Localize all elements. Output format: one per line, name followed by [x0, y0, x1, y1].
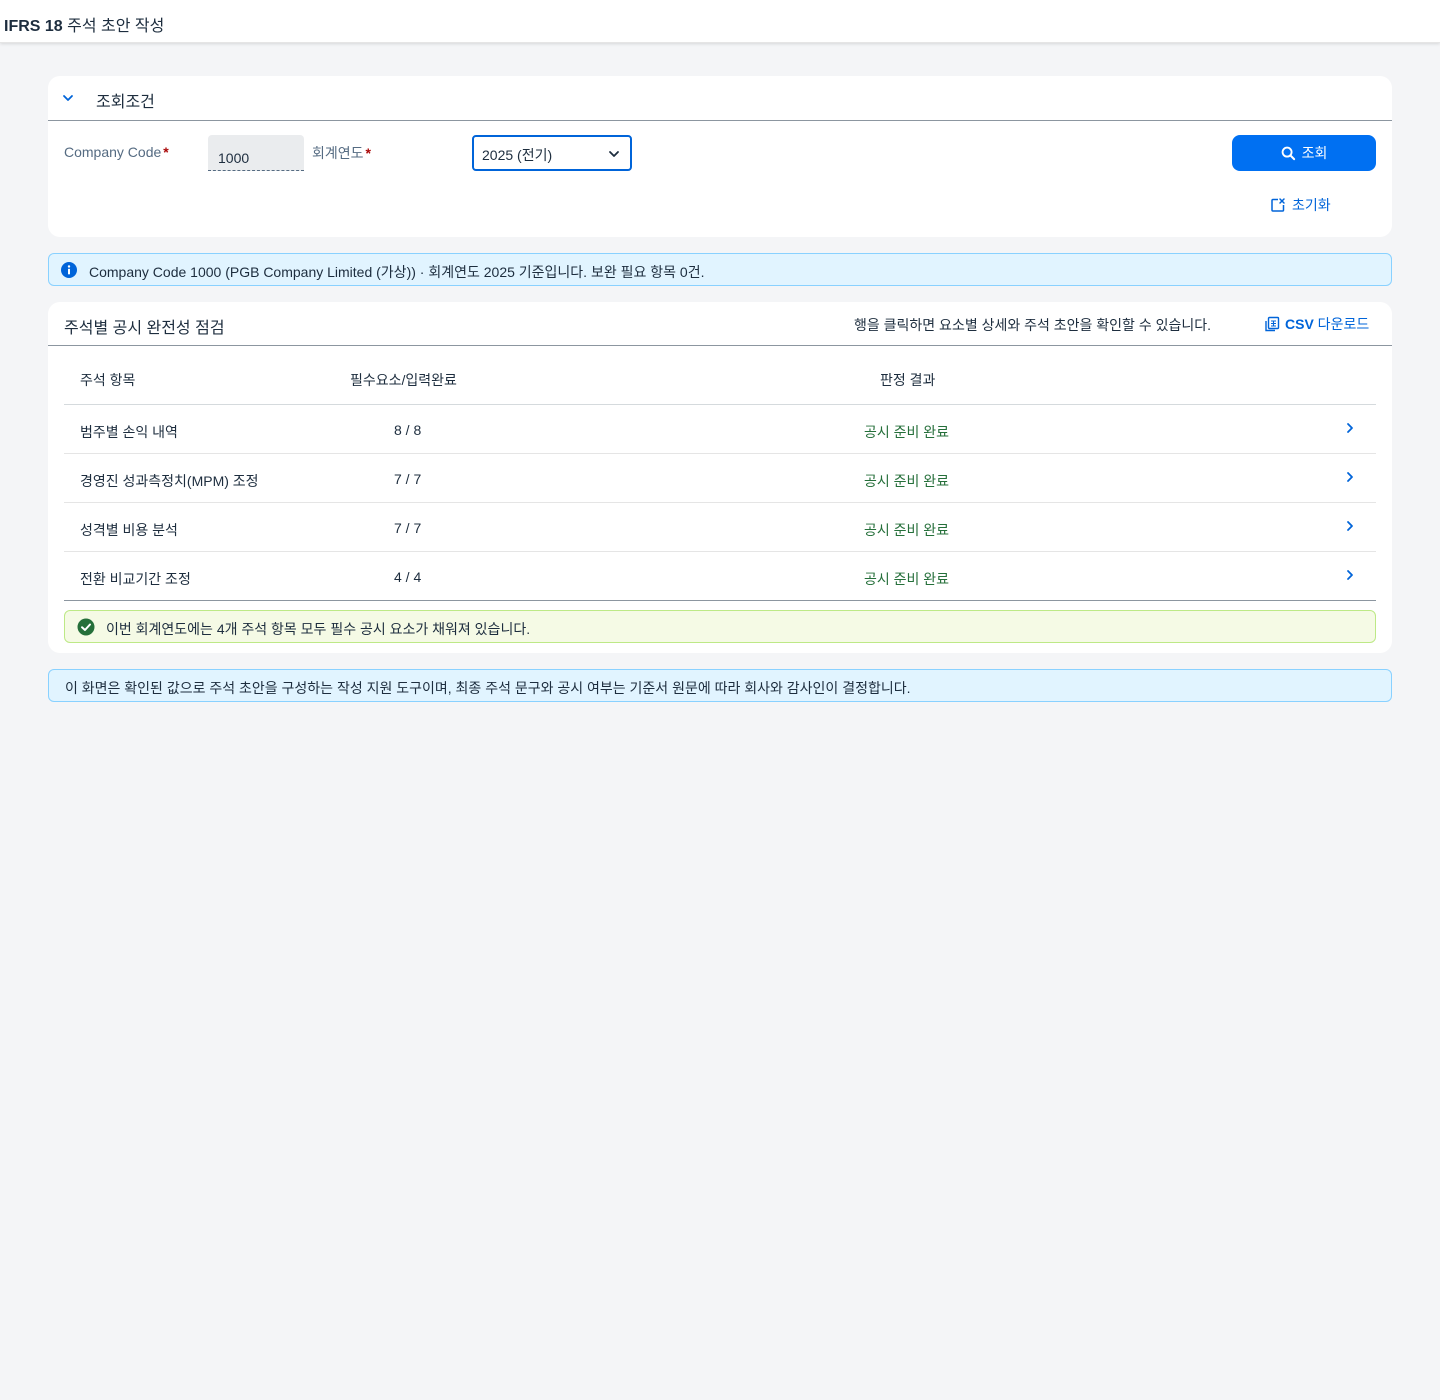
chevron-down-icon — [609, 151, 619, 157]
fiscal-year-label: 회계연도 * — [312, 145, 371, 161]
success-message-strip: 이번 회계연도에는 4개 주석 항목 모두 필수 공시 요소가 채워져 있습니다… — [64, 610, 1376, 643]
row-item: 범주별 손익 내역 — [80, 424, 178, 440]
row-item: 전환 비교기간 조정 — [80, 571, 191, 587]
csv-label-rest: 다운로드 — [1313, 316, 1370, 332]
card-hint: 행을 클릭하면 요소별 상세와 주석 초안을 확인할 수 있습니다. — [854, 317, 1212, 333]
reset-button[interactable]: 초기화 — [1270, 194, 1331, 216]
row-status: 공시 준비 완료 — [864, 571, 950, 587]
info-message-strip: Company Code 1000 (PGB Company Limited (… — [48, 253, 1392, 286]
row-count: 8 / 8 — [394, 422, 422, 438]
success-message-text: 이번 회계연도에는 4개 주석 항목 모두 필수 공시 요소가 채워져 있습니다… — [106, 621, 531, 637]
reset-button-label: 초기화 — [1292, 197, 1331, 213]
fiscal-year-select[interactable]: 2025 (전기) — [472, 135, 632, 171]
csv-label-bold: CSV — [1285, 316, 1314, 332]
completeness-table: 주석 항목 필수요소/입력완료 판정 결과 범주별 손익 내역 8 / 8 공시… — [64, 346, 1376, 601]
app-title: IFRS 18 주석 초안 작성 — [4, 12, 164, 36]
disclaimer-text: 이 화면은 확인된 값으로 주석 초안을 구성하는 작성 지원 도구이며, 최종… — [65, 680, 911, 696]
card-title: 주석별 공시 완전성 점검 — [64, 320, 225, 337]
filter-panel-header[interactable]: 조회조건 — [48, 76, 1392, 121]
chevron-right-icon[interactable] — [1344, 520, 1356, 532]
table-row[interactable]: 경영진 성과측정치(MPM) 조정 7 / 7 공시 준비 완료 — [64, 454, 1376, 503]
app-title-bold: IFRS 18 — [4, 18, 63, 35]
csv-download-link[interactable]: CSV 다운로드 — [1264, 314, 1369, 334]
chevron-down-icon[interactable] — [62, 92, 74, 104]
disclaimer-strip: 이 화면은 확인된 값으로 주석 초안을 구성하는 작성 지원 도구이며, 최종… — [48, 669, 1392, 702]
chevron-right-icon[interactable] — [1344, 471, 1356, 483]
success-check-icon — [77, 618, 95, 636]
completeness-check-card: 주석별 공시 완전성 점검 행을 클릭하면 요소별 상세와 주석 초안을 확인할… — [48, 302, 1392, 653]
reset-icon — [1271, 198, 1285, 212]
column-header-item: 주석 항목 — [80, 372, 136, 388]
shell-bar: IFRS 18 주석 초안 작성 — [0, 0, 1440, 43]
row-count: 4 / 4 — [394, 569, 422, 585]
chevron-right-icon[interactable] — [1344, 569, 1356, 581]
table-row[interactable]: 성격별 비용 분석 7 / 7 공시 준비 완료 — [64, 503, 1376, 552]
csv-export-icon — [1265, 316, 1280, 332]
table-header: 주석 항목 필수요소/입력완료 판정 결과 — [64, 346, 1376, 405]
required-mark: * — [163, 144, 169, 160]
row-status: 공시 준비 완료 — [864, 522, 950, 538]
company-code-input[interactable] — [208, 135, 304, 171]
filter-panel-title: 조회조건 — [96, 94, 155, 111]
column-header-result: 판정 결과 — [880, 372, 936, 388]
company-code-label: Company Code * — [64, 144, 169, 160]
info-icon — [61, 262, 77, 278]
search-icon — [1281, 146, 1295, 160]
row-count: 7 / 7 — [394, 471, 422, 487]
app-title-rest: 주석 초안 작성 — [62, 18, 165, 35]
row-item: 경영진 성과측정치(MPM) 조정 — [80, 473, 259, 489]
column-header-count: 필수요소/입력완료 — [350, 372, 457, 388]
filter-panel: 조회조건 Company Code* 회계연도* 2025 (전기) 조회 초기… — [48, 76, 1392, 237]
required-mark: * — [365, 145, 371, 161]
row-status: 공시 준비 완료 — [864, 473, 950, 489]
info-message-text: Company Code 1000 (PGB Company Limited (… — [89, 264, 705, 280]
row-count: 7 / 7 — [394, 520, 422, 536]
table-row[interactable]: 범주별 손익 내역 8 / 8 공시 준비 완료 — [64, 405, 1376, 454]
fiscal-year-value: 2025 (전기) — [482, 147, 553, 163]
row-status: 공시 준비 완료 — [864, 424, 950, 440]
card-header: 주석별 공시 완전성 점검 행을 클릭하면 요소별 상세와 주석 초안을 확인할… — [48, 302, 1392, 346]
search-button[interactable]: 조회 — [1232, 135, 1376, 171]
chevron-right-icon[interactable] — [1344, 422, 1356, 434]
search-button-label: 조회 — [1301, 145, 1328, 161]
table-row[interactable]: 전환 비교기간 조정 4 / 4 공시 준비 완료 — [64, 552, 1376, 601]
row-item: 성격별 비용 분석 — [80, 522, 178, 538]
